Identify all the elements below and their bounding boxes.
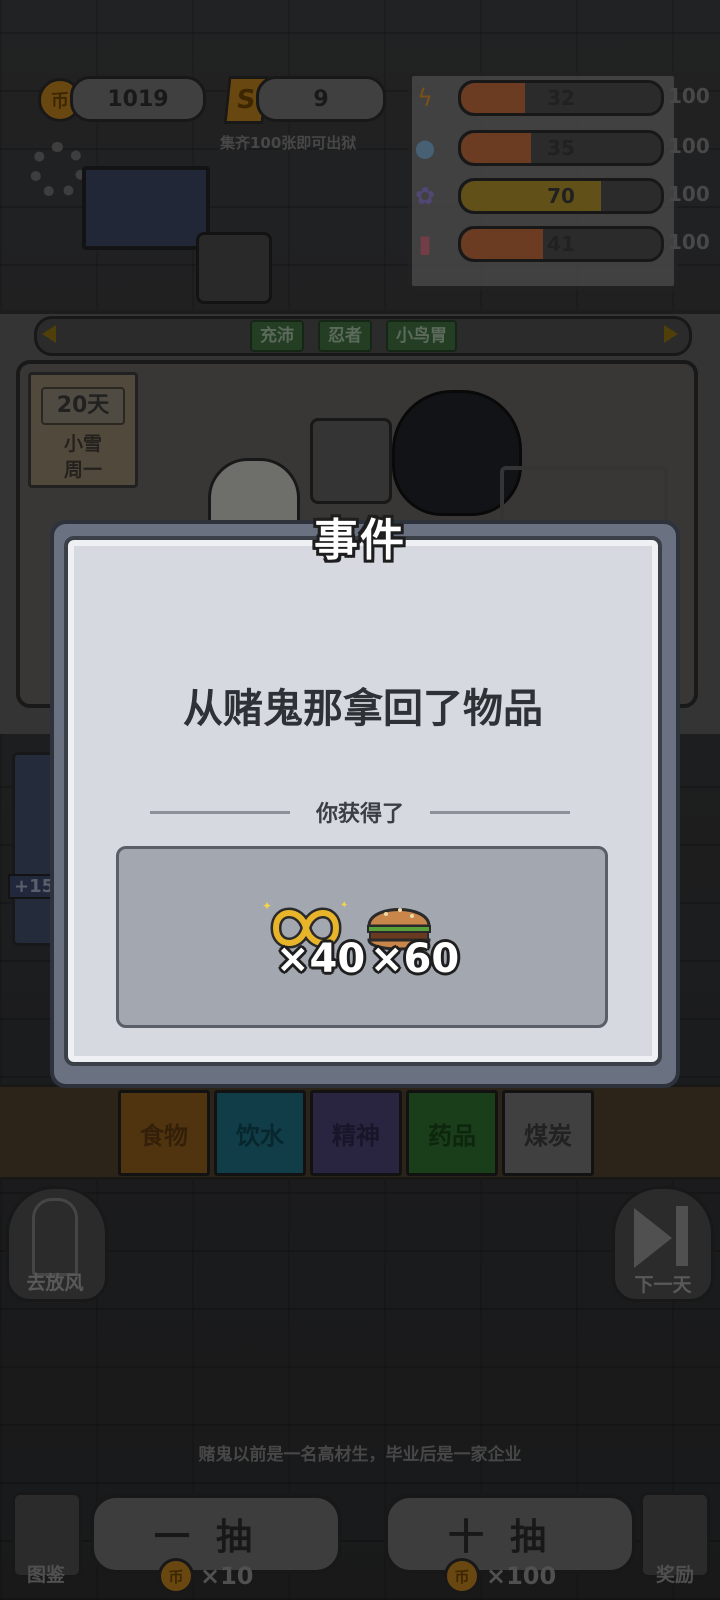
svg-text:✦: ✦ [262, 899, 272, 913]
reward-qty: ×60 [370, 936, 460, 982]
reward-qty: ×40 [276, 936, 366, 982]
modal-title: 事件 [314, 515, 406, 566]
reward-subtitle: 你获得了 [315, 802, 404, 827]
svg-text:✦: ✦ [340, 900, 348, 911]
event-message: 从赌鬼那拿回了物品 [183, 686, 543, 732]
